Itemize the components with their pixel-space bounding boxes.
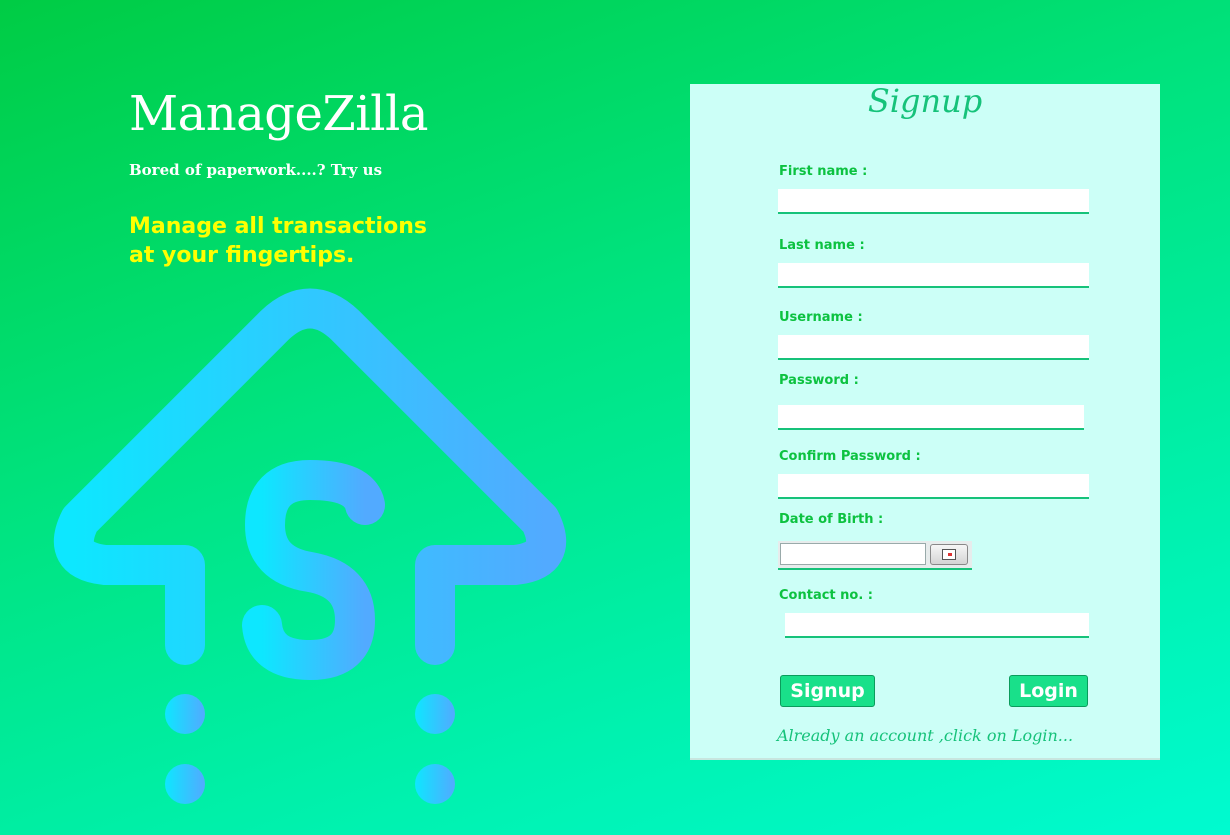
- dob-field[interactable]: [780, 543, 926, 565]
- last-name-field[interactable]: [778, 263, 1089, 288]
- contact-field[interactable]: [785, 613, 1089, 638]
- last-name-label: Last name :: [779, 238, 865, 253]
- username-label: Username :: [779, 310, 863, 325]
- signup-title: Signup: [867, 82, 983, 120]
- first-name-field[interactable]: [778, 189, 1089, 214]
- login-hint: Already an account ,click on Login...: [776, 726, 1074, 745]
- brand-title: ManageZilla: [129, 86, 428, 142]
- date-picker: [778, 541, 972, 570]
- first-name-label: First name :: [779, 164, 868, 179]
- confirm-password-label: Confirm Password :: [779, 449, 921, 464]
- headline-line-2: at your fingertips.: [129, 243, 355, 268]
- money-up-arrow-icon: [53, 288, 567, 804]
- calendar-button[interactable]: [930, 544, 968, 565]
- signup-button[interactable]: Signup: [780, 675, 875, 707]
- calendar-icon: [942, 549, 956, 560]
- username-field[interactable]: [778, 335, 1089, 360]
- dob-label: Date of Birth :: [779, 512, 884, 527]
- confirm-password-field[interactable]: [778, 474, 1089, 499]
- contact-label: Contact no. :: [779, 588, 874, 603]
- password-label: Password :: [779, 373, 859, 388]
- tagline: Bored of paperwork....? Try us: [129, 161, 383, 179]
- login-button[interactable]: Login: [1009, 675, 1088, 707]
- headline-line-1: Manage all transactions: [129, 214, 427, 239]
- headline: Manage all transactions at your fingerti…: [129, 212, 449, 270]
- password-field[interactable]: [778, 405, 1084, 430]
